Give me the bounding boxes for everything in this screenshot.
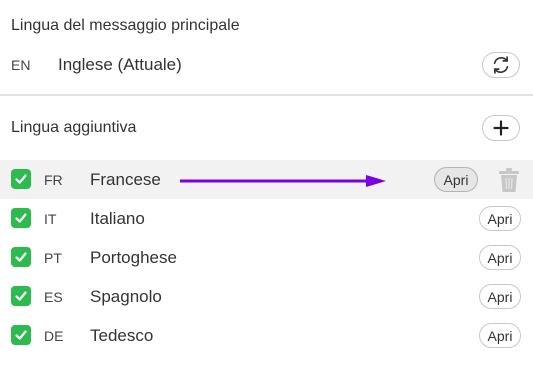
language-checkbox-pt[interactable] xyxy=(11,247,31,267)
language-name: Francese xyxy=(90,170,161,189)
additional-language-list: FR Francese Apri IT Italiano Apri PT Por… xyxy=(0,160,533,355)
add-language-button[interactable] xyxy=(482,115,520,141)
open-button-de[interactable]: Apri xyxy=(479,323,521,348)
checkmark-icon xyxy=(15,291,27,301)
refresh-language-button[interactable] xyxy=(482,52,520,78)
checkmark-icon xyxy=(15,330,27,340)
language-name: Tedesco xyxy=(90,326,154,345)
open-button-es[interactable]: Apri xyxy=(479,284,521,309)
language-checkbox-it[interactable] xyxy=(11,208,31,228)
additional-language-title: Lingua aggiuntiva xyxy=(11,119,137,136)
trash-icon[interactable] xyxy=(498,167,520,193)
checkmark-icon xyxy=(15,213,27,223)
language-row-fr: FR Francese Apri xyxy=(0,160,533,199)
primary-language-title: Lingua del messaggio principale xyxy=(11,17,240,34)
open-button-fr[interactable]: Apri xyxy=(434,167,478,192)
language-name: Italiano xyxy=(90,209,145,228)
arrow-right-icon xyxy=(180,175,386,187)
checkmark-icon xyxy=(15,174,27,184)
primary-language-row: EN Inglese (Attuale) xyxy=(0,48,533,82)
language-checkbox-es[interactable] xyxy=(11,286,31,306)
language-code: PT xyxy=(44,250,62,266)
section-divider xyxy=(0,94,533,96)
refresh-icon xyxy=(493,56,509,74)
language-code: ES xyxy=(44,289,63,305)
language-row-it: IT Italiano Apri xyxy=(0,199,533,238)
language-name: Spagnolo xyxy=(90,287,162,306)
primary-language-section: Lingua del messaggio principale EN Ingle… xyxy=(0,0,533,96)
plus-icon xyxy=(493,120,509,136)
language-name: Portoghese xyxy=(90,248,177,267)
language-code: FR xyxy=(44,172,63,188)
open-button-it[interactable]: Apri xyxy=(479,206,521,231)
checkmark-icon xyxy=(15,252,27,262)
language-row-de: DE Tedesco Apri xyxy=(0,316,533,355)
language-code: DE xyxy=(44,328,64,344)
language-checkbox-de[interactable] xyxy=(11,325,31,345)
primary-language-name: Inglese (Attuale) xyxy=(58,55,182,74)
open-button-pt[interactable]: Apri xyxy=(479,245,521,270)
language-row-pt: PT Portoghese Apri xyxy=(0,238,533,277)
primary-language-code: EN xyxy=(11,57,31,73)
language-row-es: ES Spagnolo Apri xyxy=(0,277,533,316)
language-checkbox-fr[interactable] xyxy=(11,169,31,189)
language-code: IT xyxy=(44,211,57,227)
